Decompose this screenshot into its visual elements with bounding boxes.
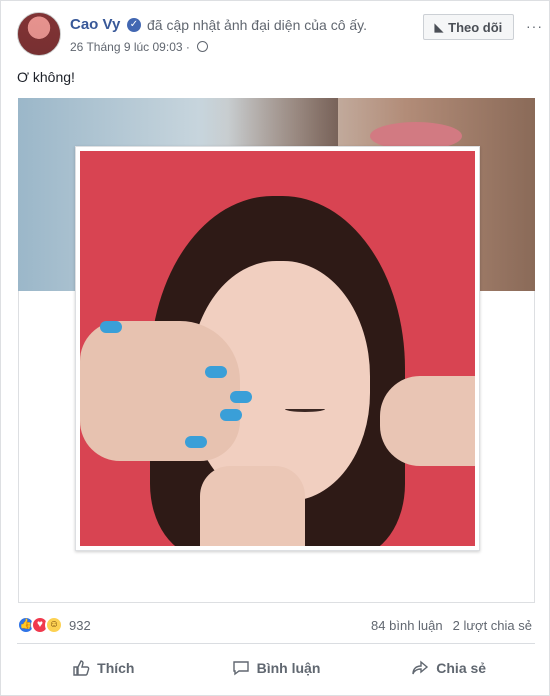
globe-icon[interactable] — [197, 41, 209, 52]
post-text: Ơ không! — [17, 69, 75, 85]
verified-badge-icon: ✓ — [127, 18, 141, 32]
photo-nail — [220, 409, 242, 421]
comment-button-label: Bình luận — [256, 660, 321, 676]
photo-mouth-hand — [200, 466, 305, 546]
reactions-summary[interactable]: 👍 ♥ ☺ 932 — [17, 616, 91, 634]
photo-nail — [185, 436, 207, 448]
post-action-text: đã cập nhật ảnh đại diện của cô ấy. — [147, 17, 368, 33]
author-avatar[interactable] — [17, 12, 61, 56]
profile-photo — [80, 151, 475, 546]
follow-button[interactable]: ◣ Theo dõi — [423, 14, 514, 40]
follow-button-label: Theo dõi — [448, 19, 503, 35]
comment-button[interactable]: Bình luận — [190, 649, 363, 687]
rss-icon: ◣ — [434, 21, 444, 34]
post-action-bar: Thích Bình luận Chia sẻ — [17, 649, 535, 687]
profile-picture-frame[interactable] — [75, 146, 480, 551]
photo-nail — [205, 366, 227, 378]
photo-nail — [100, 321, 122, 333]
share-button-label: Chia sẻ — [436, 660, 487, 676]
photo-right-hand — [380, 376, 475, 466]
photo-left-hand — [80, 321, 240, 461]
comment-icon — [232, 661, 249, 676]
photo-nail — [230, 391, 252, 403]
post-meta: 26 Tháng 9 lúc 09:03 · — [70, 40, 209, 54]
share-count[interactable]: 2 lượt chia sẻ — [453, 618, 532, 633]
haha-reaction-icon: ☺ — [45, 616, 63, 634]
author-name[interactable]: Cao Vy — [70, 16, 120, 33]
thumbs-up-icon — [73, 660, 90, 676]
post-timestamp[interactable]: 26 Tháng 9 lúc 09:03 — [70, 40, 183, 54]
more-options-icon[interactable]: ··· — [526, 18, 543, 34]
photo-eye — [285, 406, 325, 412]
reaction-count[interactable]: 932 — [69, 618, 91, 633]
share-button[interactable]: Chia sẻ — [362, 649, 535, 687]
comment-count[interactable]: 84 bình luận — [371, 618, 443, 633]
post-card: Cao Vy ✓ đã cập nhật ảnh đại diện của cô… — [0, 0, 550, 696]
separator-dot: · — [185, 40, 194, 54]
divider — [17, 643, 535, 644]
like-button[interactable]: Thích — [17, 649, 190, 687]
share-icon — [412, 660, 429, 675]
like-button-label: Thích — [97, 660, 135, 676]
post-stats: 84 bình luận 2 lượt chia sẻ — [371, 618, 532, 633]
